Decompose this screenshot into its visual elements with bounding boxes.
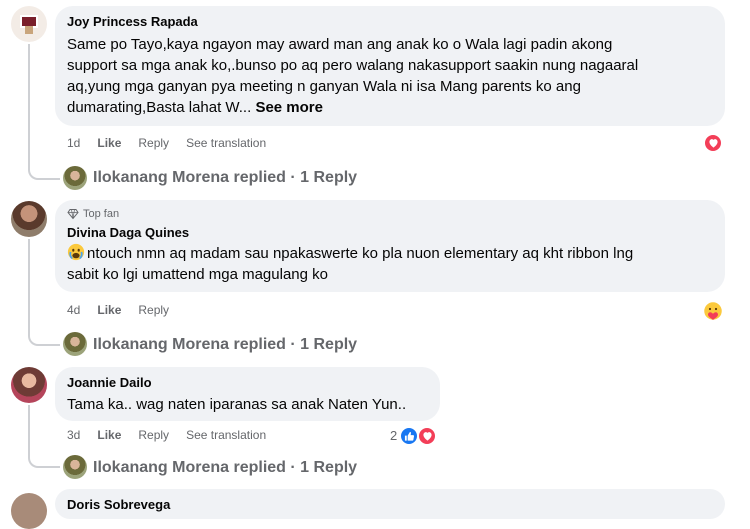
view-replies-link[interactable]: Ilokanang Morena replied · 1 Reply (93, 336, 357, 354)
reply-button[interactable]: Reply (138, 136, 169, 150)
comment-text: Tama ka.. wag naten iparanas sa anak Nat… (67, 394, 428, 415)
comment-bubble: Joannie Dailo Tama ka.. wag naten iparan… (55, 367, 440, 421)
love-reaction-icon[interactable] (703, 133, 723, 153)
avatar[interactable] (11, 493, 47, 529)
see-more-link[interactable]: See more (255, 99, 323, 116)
thread-line (28, 405, 60, 468)
comment-author[interactable]: Joannie Dailo (67, 375, 428, 391)
comment-author[interactable]: Joy Princess Rapada (67, 14, 713, 30)
reaction-count[interactable]: 2 (390, 428, 397, 443)
comment-line: dumarating,Basta lahat W... (67, 99, 252, 116)
thread-line (28, 44, 60, 180)
comment-bubble: Top fan Divina Daga Quines ntouch nmn aq… (55, 200, 725, 292)
avatar[interactable] (63, 166, 87, 190)
avatar[interactable] (63, 332, 87, 356)
comment-line: Tama ka.. wag naten iparanas sa anak Nat… (67, 396, 407, 413)
comment-actions: 1d Like Reply See translation (67, 136, 266, 150)
avatar[interactable] (63, 455, 87, 479)
like-reaction-icon[interactable] (399, 426, 419, 446)
thread-line (28, 239, 60, 346)
badge-label: Top fan (83, 208, 120, 220)
view-replies-link[interactable]: Ilokanang Morena replied · 1 Reply (93, 459, 357, 477)
reply-button[interactable]: Reply (138, 428, 169, 442)
comment-line: Same po Tayo,kaya ngayon may award man a… (67, 36, 613, 53)
comment-actions: 4d Like Reply (67, 303, 169, 317)
comment-line: aq,yung mga ganyan pya meeting n ganyan … (67, 78, 581, 95)
comment-time[interactable]: 3d (67, 428, 80, 442)
avatar[interactable] (11, 367, 47, 403)
comment-author[interactable]: Doris Sobrevega (67, 497, 713, 513)
diamond-icon (67, 209, 79, 220)
see-translation-link[interactable]: See translation (186, 136, 266, 150)
comment-text: Same po Tayo,kaya ngayon may award man a… (67, 34, 713, 118)
comment-author[interactable]: Divina Daga Quines (67, 225, 713, 241)
comment-time[interactable]: 1d (67, 136, 80, 150)
like-button[interactable]: Like (97, 136, 121, 150)
like-button[interactable]: Like (97, 428, 121, 442)
comment-time[interactable]: 4d (67, 303, 80, 317)
comment-bubble: Joy Princess Rapada Same po Tayo,kaya ng… (55, 6, 725, 126)
see-translation-link[interactable]: See translation (186, 428, 266, 442)
like-button[interactable]: Like (97, 303, 121, 317)
top-fan-badge: Top fan (67, 207, 713, 221)
view-replies-link[interactable]: Ilokanang Morena replied · 1 Reply (93, 169, 357, 187)
care-reaction-icon[interactable] (702, 300, 724, 322)
love-reaction-icon[interactable] (417, 426, 437, 446)
comment-bubble: Doris Sobrevega (55, 489, 725, 519)
comment-actions: 3d Like Reply See translation (67, 428, 266, 442)
crying-face-emoji (67, 243, 85, 261)
comment-text: ntouch nmn aq madam sau npakaswerte ko p… (67, 243, 713, 285)
avatar[interactable] (11, 201, 47, 237)
avatar[interactable] (11, 6, 47, 42)
comment-line: sabit ko lgi umattend mga magulang ko (67, 266, 328, 283)
reply-button[interactable]: Reply (138, 303, 169, 317)
comment-line: support sa mga anak ko,.bunso po aq pero… (67, 57, 639, 74)
comment-line: ntouch nmn aq madam sau npakaswerte ko p… (87, 245, 634, 262)
